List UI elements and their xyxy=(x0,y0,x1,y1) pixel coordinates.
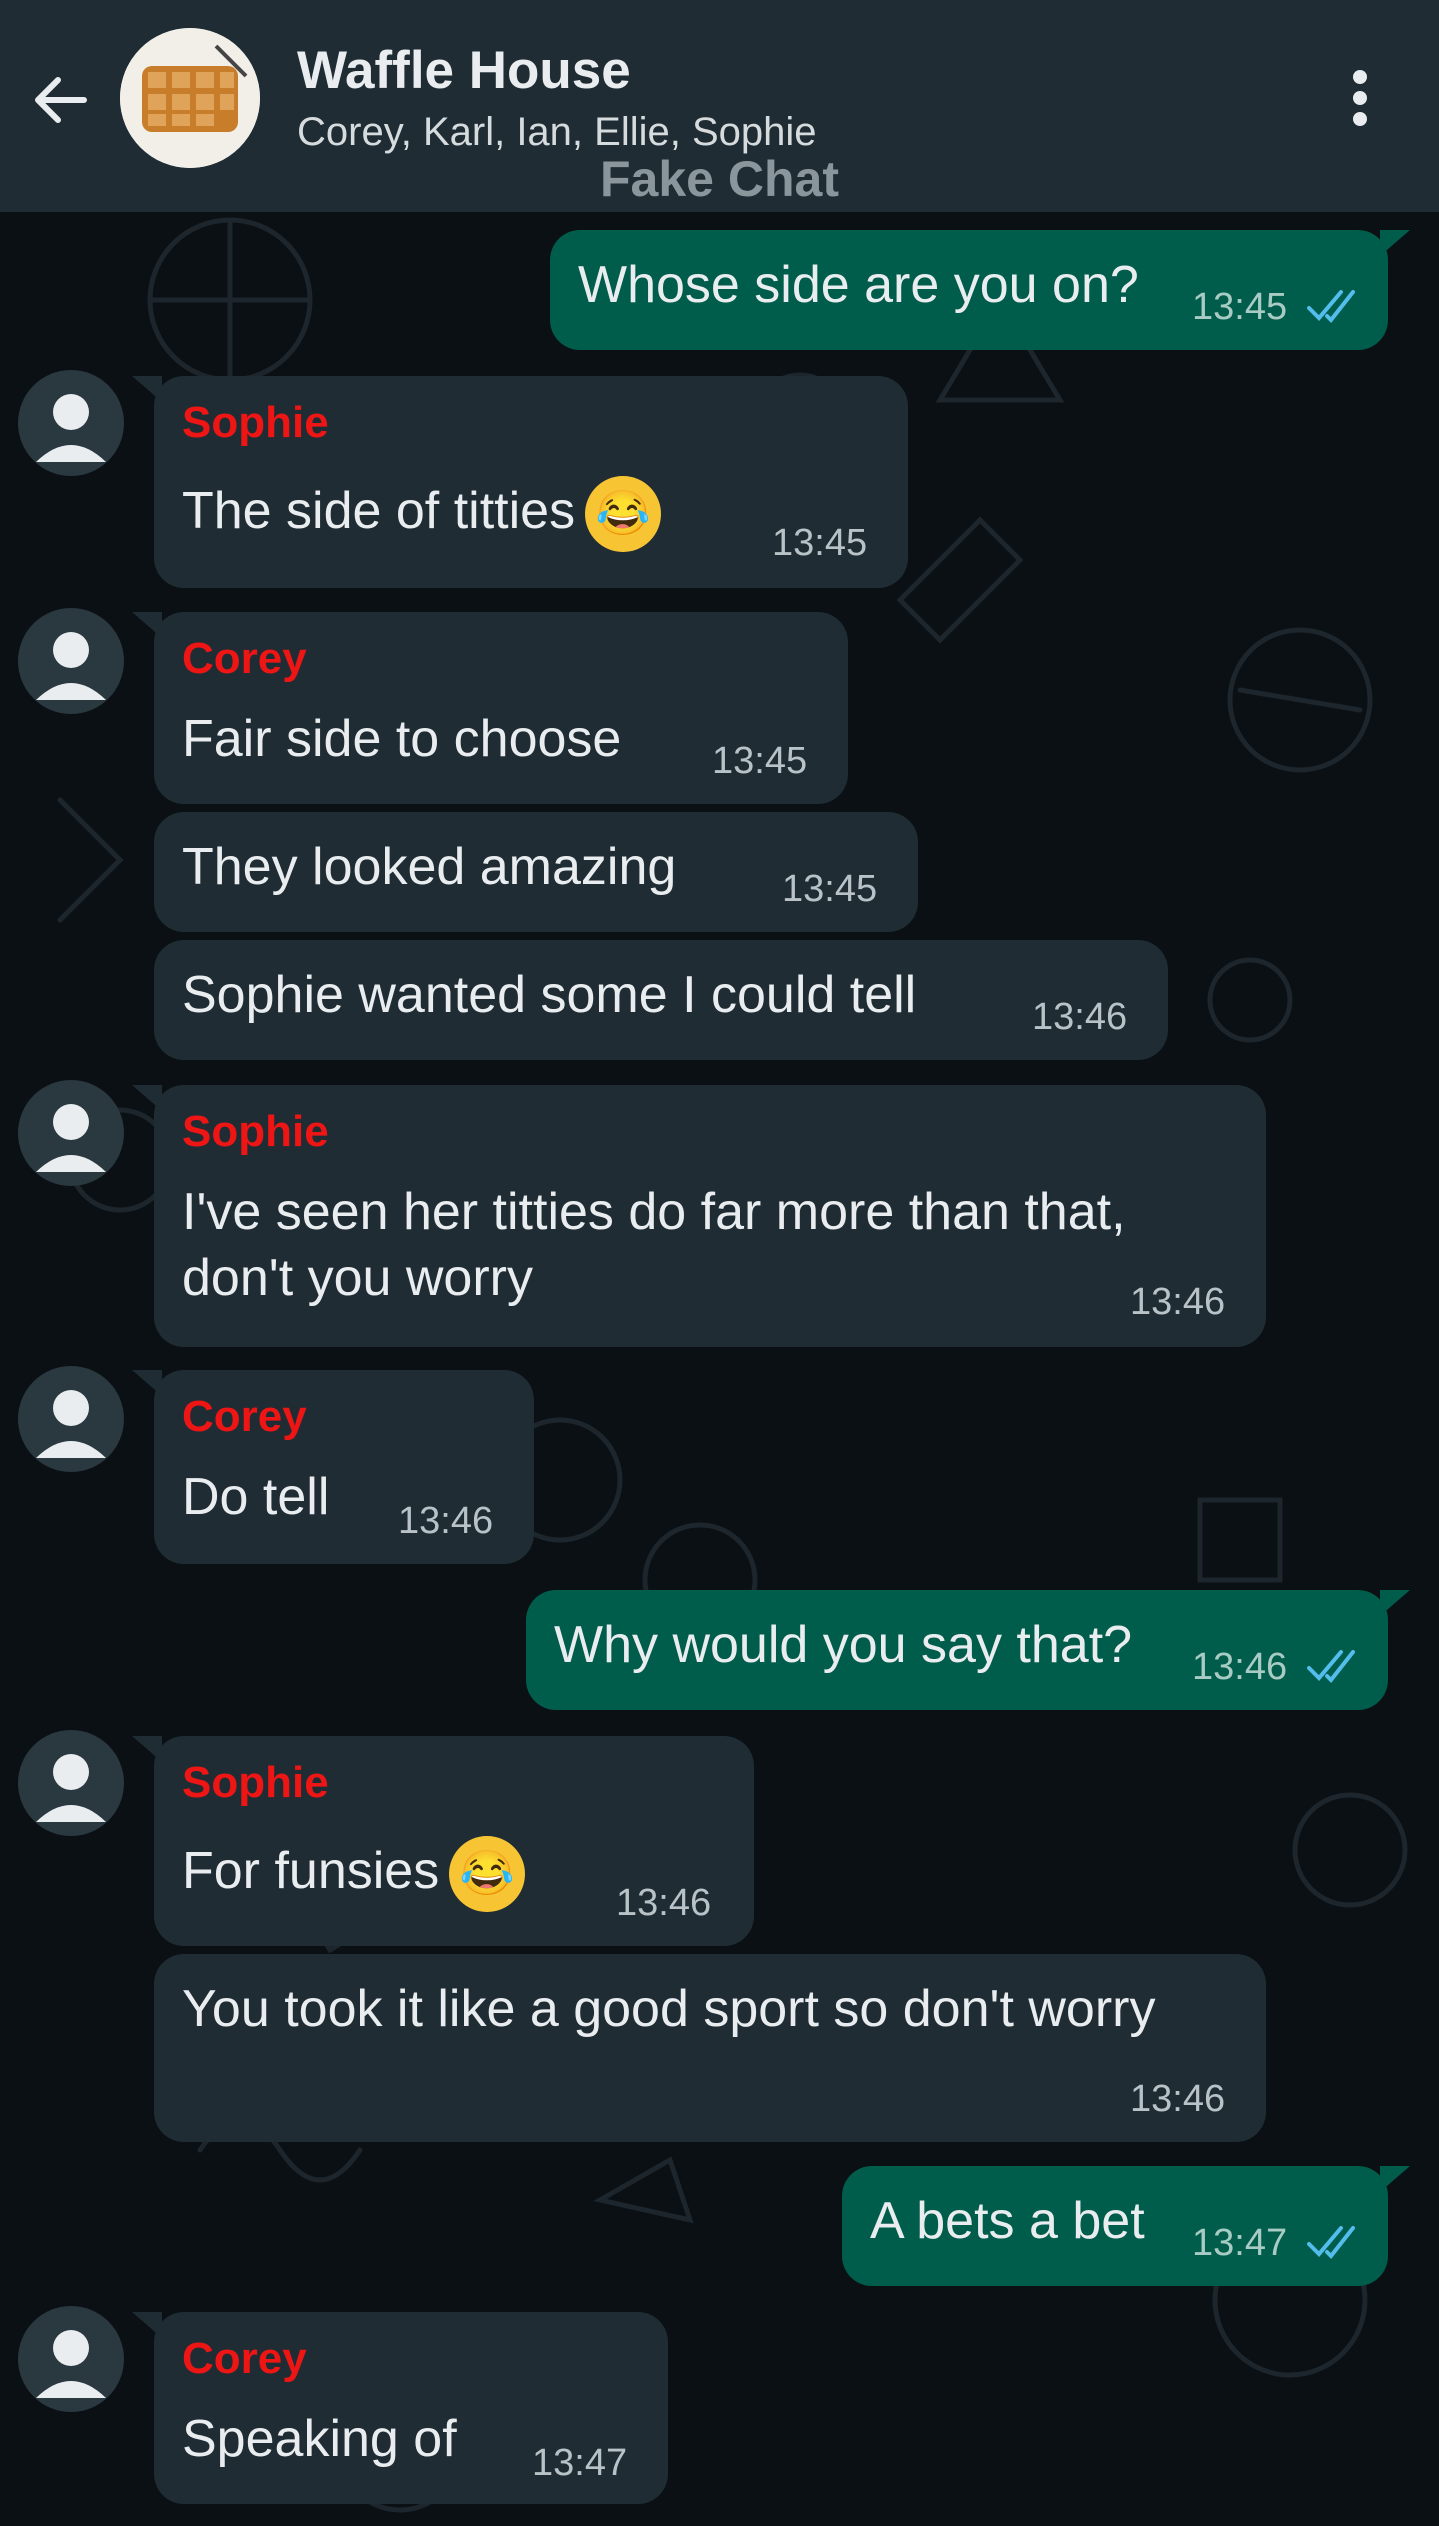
message-incoming[interactable]: Corey Do tell 13:46 xyxy=(132,1370,534,1564)
message-text-content: For funsies xyxy=(182,1842,440,1900)
message-time: 13:45 xyxy=(712,740,808,782)
sender-name: Sophie xyxy=(182,1758,329,1807)
message-text: The side of titties 😂 xyxy=(182,476,662,553)
message-text: A bets a bet xyxy=(870,2192,1145,2250)
message-incoming[interactable]: Sophie The side of titties 😂 13:45 xyxy=(132,376,908,588)
rofl-emoji-icon: 😂 xyxy=(585,476,662,553)
message-time: 13:45 xyxy=(772,522,868,564)
message-time: 13:46 xyxy=(398,1500,494,1542)
message-incoming[interactable]: Sophie For funsies 😂 13:46 xyxy=(132,1736,754,1946)
message-outgoing[interactable]: Whose side are you on? 13:45 xyxy=(550,230,1410,350)
message-text: They looked amazing xyxy=(182,838,677,896)
message-time: 13:45 xyxy=(1192,286,1288,328)
contact-avatar[interactable] xyxy=(18,1366,124,1472)
contact-avatar[interactable] xyxy=(18,1080,124,1186)
contact-avatar[interactable] xyxy=(18,608,124,714)
message-incoming[interactable]: You took it like a good sport so don't w… xyxy=(154,1954,1266,2142)
message-text: Why would you say that? xyxy=(554,1616,1133,1674)
message-text: Do tell xyxy=(182,1468,330,1526)
message-text: You took it like a good sport so don't w… xyxy=(182,1980,1156,2038)
read-ticks-icon xyxy=(1307,290,1355,324)
sender-name: Sophie xyxy=(182,398,329,447)
group-avatar[interactable] xyxy=(120,28,260,168)
message-text: Speaking of xyxy=(182,2410,457,2468)
message-time: 13:46 xyxy=(616,1882,712,1924)
message-time: 13:46 xyxy=(1192,1646,1288,1688)
message-time: 13:47 xyxy=(532,2442,628,2484)
message-text: For funsies 😂 xyxy=(182,1836,526,1913)
message-incoming[interactable]: Corey Fair side to choose 13:45 xyxy=(132,612,848,804)
message-outgoing[interactable]: Why would you say that? 13:46 xyxy=(526,1590,1410,1710)
message-time: 13:47 xyxy=(1192,2222,1288,2264)
message-incoming[interactable]: Sophie I've seen her titties do far more… xyxy=(132,1085,1266,1347)
participant-list[interactable]: Corey, Karl, Ian, Ellie, Sophie xyxy=(297,110,817,155)
chat-header: Waffle House Corey, Karl, Ian, Ellie, So… xyxy=(0,0,1439,212)
back-arrow-icon[interactable] xyxy=(28,68,92,132)
read-ticks-icon xyxy=(1307,2226,1355,2260)
sender-name: Corey xyxy=(182,1392,307,1441)
message-text: Whose side are you on? xyxy=(578,256,1139,314)
message-text-content: The side of titties xyxy=(182,482,576,540)
message-text: Sophie wanted some I could tell xyxy=(182,966,917,1024)
sender-name: Sophie xyxy=(182,1107,329,1156)
message-text: Fair side to choose xyxy=(182,710,622,768)
message-time: 13:46 xyxy=(1032,996,1128,1038)
chat-title[interactable]: Waffle House xyxy=(297,40,631,101)
read-ticks-icon xyxy=(1307,1650,1355,1684)
message-time: 13:46 xyxy=(1130,1281,1226,1323)
message-time: 13:45 xyxy=(782,868,878,910)
contact-avatar[interactable] xyxy=(18,370,124,476)
contact-avatar[interactable] xyxy=(18,1730,124,1836)
contact-avatar[interactable] xyxy=(18,2306,124,2412)
message-incoming[interactable]: Sophie wanted some I could tell 13:46 xyxy=(154,940,1168,1060)
more-vert-icon[interactable] xyxy=(1340,70,1380,134)
message-outgoing[interactable]: A bets a bet 13:47 xyxy=(842,2166,1410,2286)
message-text-line-2: don't you worry xyxy=(182,1249,533,1307)
sender-name: Corey xyxy=(182,2334,307,2383)
sender-name: Corey xyxy=(182,634,307,683)
message-text-line-1: I've seen her titties do far more than t… xyxy=(182,1183,1126,1241)
message-incoming[interactable]: They looked amazing 13:45 xyxy=(154,812,918,932)
message-incoming[interactable]: Corey Speaking of 13:47 xyxy=(132,2312,668,2504)
watermark: Fake Chat xyxy=(600,151,839,207)
rofl-emoji-icon: 😂 xyxy=(449,1836,526,1913)
message-time: 13:46 xyxy=(1130,2078,1226,2120)
